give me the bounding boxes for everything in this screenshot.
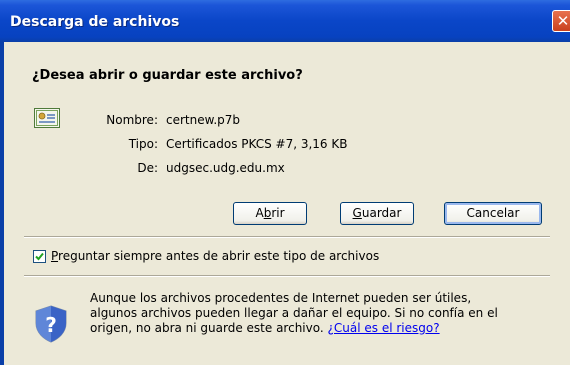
risk-link[interactable]: ¿Cuál es el riesgo? (328, 321, 440, 335)
warning-message: Aunque los archivos procedentes de Inter… (90, 291, 498, 335)
svg-text:?: ? (45, 313, 57, 337)
title-bar[interactable]: Descarga de archivos ✕ (0, 0, 570, 42)
dialog-question: ¿Desea abrir o guardar este archivo? (32, 68, 303, 83)
window-title: Descarga de archivos (10, 14, 180, 30)
certificate-icon (34, 108, 60, 128)
file-source-label: De: (137, 161, 158, 175)
file-name-value: certnew.p7b (166, 113, 241, 127)
file-type-value: Certificados PKCS #7, 3,16 KB (166, 137, 348, 151)
checkmark-icon (35, 252, 44, 261)
file-type-label: Tipo: (128, 137, 158, 151)
close-button[interactable]: ✕ (552, 10, 570, 32)
save-button[interactable]: Guardar (340, 202, 414, 225)
security-shield-icon: ? (35, 305, 67, 343)
separator (24, 236, 550, 238)
always-ask-label[interactable]: Preguntar siempre antes de abrir este ti… (51, 249, 379, 263)
always-ask-checkbox[interactable] (33, 250, 46, 263)
file-name-label: Nombre: (106, 113, 158, 127)
file-source-value: udgsec.udg.edu.mx (166, 161, 285, 175)
open-button[interactable]: Abrir (233, 202, 307, 225)
close-icon: ✕ (556, 12, 570, 30)
separator (24, 275, 550, 277)
cancel-button[interactable]: Cancelar (444, 202, 542, 225)
